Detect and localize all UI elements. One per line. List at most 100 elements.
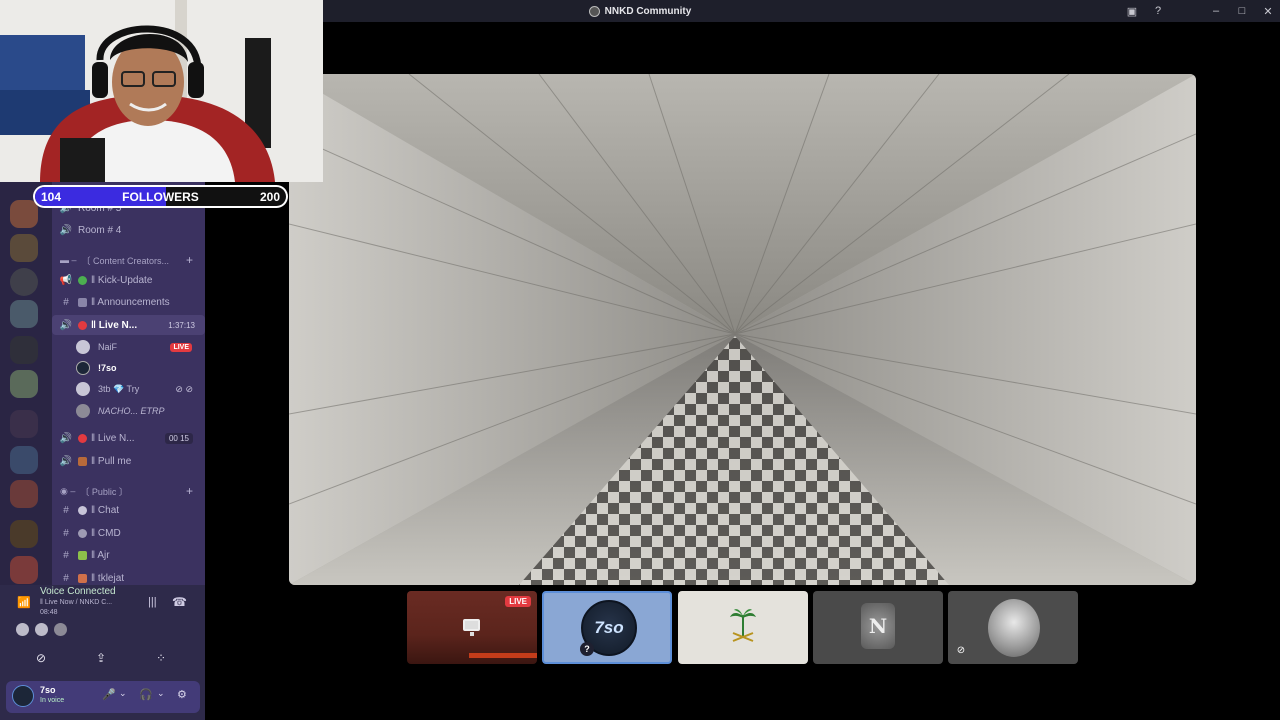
server-icon[interactable] <box>10 268 38 296</box>
voice-user-name: !7so <box>98 363 117 373</box>
channel-label: ‖ Ajr <box>91 549 110 561</box>
hash-icon: # <box>63 527 69 539</box>
server-icon[interactable] <box>10 520 38 548</box>
noise-suppression-icon[interactable]: ||| <box>148 596 157 608</box>
disconnect-icon[interactable]: ☎ <box>172 595 187 609</box>
avatar <box>76 361 90 375</box>
hash-icon: # <box>63 549 69 561</box>
gear-icon <box>78 528 87 538</box>
channel-label: ‖ CMD <box>91 527 121 539</box>
hand-icon <box>78 573 87 583</box>
voice-user-name: 3tb 💎 Try <box>98 383 140 394</box>
screen-share-video[interactable] <box>289 74 1196 585</box>
signal-icon[interactable]: 📶 <box>17 596 31 609</box>
share-screen-button[interactable]: ⇪ <box>72 647 130 669</box>
webcam-overlay <box>0 0 323 182</box>
avatar <box>54 623 67 636</box>
channel-label: ‖ Pull me <box>91 455 132 467</box>
avatar <box>16 623 29 636</box>
avatar <box>76 340 90 354</box>
user-account-bar[interactable]: 7so In voice 🎤 ⌄ 🎧 ⌄ ⚙ <box>6 681 200 713</box>
server-icon[interactable] <box>10 556 38 584</box>
add-channel-icon[interactable]: + <box>186 253 193 267</box>
participant-tile-crest[interactable]: N <box>813 591 943 664</box>
webcam-feed <box>0 0 323 182</box>
help-icon[interactable]: ? <box>1152 5 1164 17</box>
hash-icon: # <box>63 504 69 516</box>
add-channel-icon[interactable]: + <box>186 484 193 498</box>
channel-kick-update[interactable]: 📢 ‖ Kick-Update <box>52 270 205 290</box>
avatar <box>35 623 48 636</box>
participant-tile-emblem[interactable] <box>678 591 808 664</box>
board-icon <box>78 297 87 307</box>
voice-user-name: NaiF <box>98 342 118 352</box>
server-icon[interactable] <box>10 200 38 228</box>
category-content-creators[interactable]: ▬ – 〔 Content Creators... + <box>52 252 205 268</box>
settings-gear-icon[interactable]: ⚙ <box>177 688 187 701</box>
live-badge: LIVE <box>505 596 531 607</box>
voice-user[interactable]: 3tb 💎 Try ⊘ ⊘ <box>76 379 205 399</box>
voice-user[interactable]: !7so <box>76 358 205 378</box>
channel-room-4[interactable]: 🔊 Room # 4 <box>52 220 205 240</box>
voice-user[interactable]: NaiF LIVE <box>76 337 205 357</box>
muted-mic-icon: ⊘ <box>956 645 966 656</box>
ladder-icon <box>78 456 87 466</box>
avatar <box>76 404 90 418</box>
server-icon[interactable] <box>10 300 38 328</box>
channel-cmd[interactable]: # ‖ CMD <box>52 523 205 543</box>
inbox-icon[interactable]: ▣ <box>1126 5 1138 18</box>
channel-label: ‖ Kick-Update <box>91 274 153 286</box>
followers-goal-track: FOLLOWERS 104 200 <box>35 187 286 206</box>
headphones-icon[interactable]: 🎧 <box>139 688 153 701</box>
participant-tile-portrait[interactable]: ⊘ <box>948 591 1078 664</box>
chevron-down-icon[interactable]: ⌄ <box>119 688 127 699</box>
avatar-text: 7so <box>594 618 624 637</box>
activities-button[interactable]: ⁘ <box>132 647 190 669</box>
participant-tile-7so[interactable]: 7so ? <box>542 591 672 664</box>
channel-label: ‖ Announcements <box>91 296 170 308</box>
maximize-icon[interactable]: □ <box>1236 5 1248 17</box>
hash-icon: # <box>63 572 69 584</box>
voice-status: Voice Connected <box>40 586 116 597</box>
followers-current: 104 <box>41 190 62 204</box>
server-icon[interactable] <box>10 336 38 364</box>
channel-label: ‖ tklejat <box>91 572 125 584</box>
voice-user[interactable]: NACHO... ETRP <box>76 401 205 421</box>
red-dot-icon <box>78 433 87 443</box>
channel-label: ‖ Chat <box>91 504 120 516</box>
voice-user-name: NACHO... ETRP <box>98 406 165 416</box>
server-icon[interactable] <box>10 410 38 438</box>
avatar <box>12 685 34 707</box>
channel-pull-me[interactable]: 🔊 ‖ Pull me <box>52 451 205 471</box>
minimize-icon[interactable]: – <box>1210 5 1222 17</box>
voice-channel-link[interactable]: ‖ Live Now / NNKD C... <box>40 599 112 606</box>
channel-live-now-2[interactable]: 🔊 ‖ Live N... 00 15 <box>52 428 205 448</box>
followers-goal-bar: FOLLOWERS 104 200 <box>33 185 288 208</box>
channel-announcements[interactable]: # ‖ Announcements <box>52 292 205 312</box>
live-badge: LIVE <box>170 342 192 352</box>
participant-tile-screen-share[interactable]: LIVE <box>407 591 537 664</box>
server-icon[interactable] <box>10 480 38 508</box>
microphone-icon[interactable]: 🎤 <box>102 688 116 701</box>
channel-chat[interactable]: # ‖ Chat <box>52 500 205 520</box>
camera-off-button[interactable]: ⊘ <box>12 647 70 669</box>
category-public[interactable]: ◉ – 〔 Public 〕 + <box>52 483 205 499</box>
window-controls: ▣ ? – □ ✕ <box>1126 0 1274 22</box>
server-icon[interactable] <box>10 446 38 474</box>
red-dot-icon <box>78 320 87 330</box>
channel-list: 🔊 Room # 5 🔊 Room # 4 ▬ – 〔 Content Crea… <box>52 182 205 585</box>
close-icon[interactable]: ✕ <box>1262 5 1274 18</box>
channel-label: Room # 4 <box>78 224 122 236</box>
participant-photo <box>988 599 1040 657</box>
channel-ajr[interactable]: # ‖ Ajr <box>52 545 205 565</box>
channel-live-now-1[interactable]: 🔊 ‖ Live N... 1:37:13 <box>52 315 205 335</box>
channel-timer: 1:37:13 <box>168 320 195 330</box>
server-icon[interactable] <box>10 370 38 398</box>
channel-label: ‖ Live N... <box>91 319 138 331</box>
chevron-down-icon[interactable]: ⌄ <box>157 688 165 699</box>
crest-letter: N <box>868 614 888 638</box>
voice-elapsed: 08:48 <box>40 609 58 616</box>
server-icon[interactable] <box>10 234 38 262</box>
avatar <box>76 382 90 396</box>
sprout-icon <box>78 550 87 560</box>
